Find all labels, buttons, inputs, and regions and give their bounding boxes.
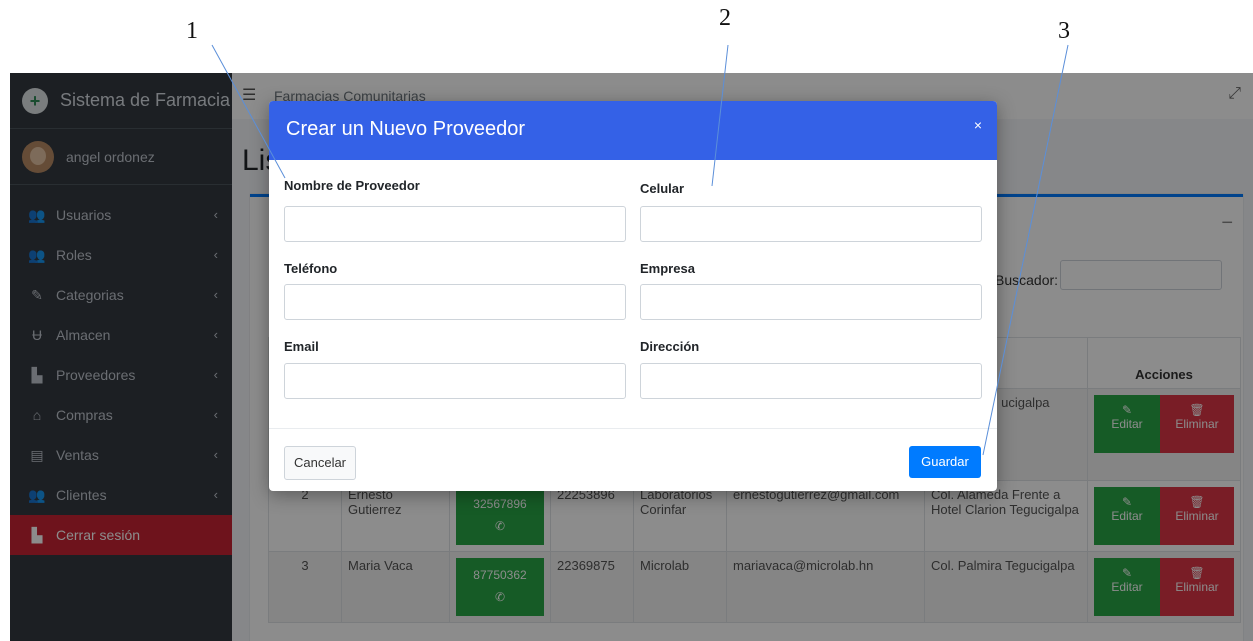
empresa-label: Empresa (640, 261, 695, 276)
nombre-input[interactable] (284, 206, 626, 242)
callout-number-1: 1 (186, 18, 198, 44)
modal-footer: Cancelar Guardar (269, 428, 997, 491)
callout-number-3: 3 (1058, 18, 1070, 44)
email-label: Email (284, 339, 319, 354)
modal-header: Crear un Nuevo Proveedor × (269, 101, 997, 160)
email-input[interactable] (284, 363, 626, 399)
new-provider-modal: Crear un Nuevo Proveedor × Nombre de Pro… (269, 101, 997, 491)
direccion-input[interactable] (640, 363, 982, 399)
callout-number-2: 2 (719, 5, 731, 31)
celular-input[interactable] (640, 206, 982, 242)
cancel-button[interactable]: Cancelar (284, 446, 356, 480)
nombre-label: Nombre de Proveedor (284, 178, 420, 193)
save-button[interactable]: Guardar (909, 446, 981, 478)
direccion-label: Dirección (640, 339, 700, 354)
empresa-input[interactable] (640, 284, 982, 320)
modal-title: Crear un Nuevo Proveedor (286, 118, 526, 140)
telefono-label: Teléfono (284, 261, 338, 276)
close-icon[interactable]: × (974, 117, 982, 133)
telefono-input[interactable] (284, 284, 626, 320)
app-window: + Sistema de Farmacia angel ordonez 👥 Us… (10, 73, 1253, 641)
celular-label: Celular (640, 181, 685, 196)
